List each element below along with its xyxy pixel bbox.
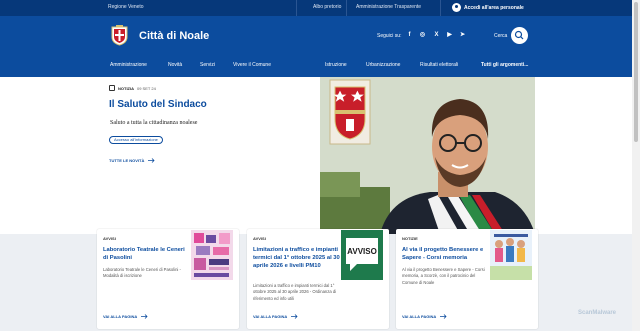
nav-urbanizzazione[interactable]: Urbanizzazione: [366, 62, 400, 68]
divider: [346, 0, 347, 16]
user-icon: [452, 3, 461, 12]
arrow-right-icon: [141, 314, 148, 319]
arrow-right-icon: [291, 314, 298, 319]
facebook-icon[interactable]: f: [406, 32, 413, 39]
divider: [296, 0, 297, 16]
hero-news: NOTIZIA 09 SET 24 Il Saluto del Sindaco …: [0, 77, 320, 234]
top-bar: Regione Veneto Albo pretorio Amministraz…: [0, 0, 632, 16]
card-description: Laboratorio Teatrale le Ceneri di Pasoli…: [103, 267, 181, 279]
avviso-text: AVVISO: [347, 247, 377, 256]
search-label: Cerca: [494, 33, 508, 39]
login-label: Accedi all'area personale: [464, 4, 524, 11]
arrow-right-icon: [148, 158, 155, 163]
card-link[interactable]: VAI ALLA PAGINA: [402, 314, 447, 319]
mayor-photo: [320, 77, 535, 234]
card-description: Al via il progetto Benessere e Sapere - …: [402, 267, 485, 285]
youtube-icon[interactable]: ▶: [446, 32, 453, 39]
telegram-icon[interactable]: ➤: [459, 32, 466, 39]
nav-risultati-elettorali[interactable]: Risultati elettorali: [420, 62, 458, 68]
login-button[interactable]: Accedi all'area personale: [452, 3, 524, 12]
watermark: ScanMalware: [578, 310, 617, 316]
news-subtitle: Saluto a tutta la cittadinanza noalese: [110, 120, 198, 126]
card-link[interactable]: VAI ALLA PAGINA: [253, 314, 298, 319]
mayor-portrait-image: [320, 77, 535, 234]
card-category: AVVISI: [103, 236, 116, 241]
card-title[interactable]: Limitazioni a traffico e impianti termic…: [253, 246, 341, 270]
nav-amministrazione[interactable]: Amministrazione: [110, 62, 147, 68]
card-category: AVVISI: [253, 236, 266, 241]
card-image: AVVISO: [341, 230, 383, 280]
site-header: Città di Noale Seguici su: f ◎ X ▶ ➤ Cer…: [0, 16, 632, 77]
nav-servizi[interactable]: Servizi: [200, 62, 215, 68]
card-category: NOTIZIE: [402, 236, 418, 241]
news-date: 09 SET 24: [137, 85, 156, 91]
nav-vivere-il-comune[interactable]: Vivere il Comune: [233, 62, 271, 68]
divider: [440, 0, 441, 16]
card-description: Limitazioni a traffico e impianti termic…: [253, 283, 337, 301]
avviso-image: AVVISO: [341, 230, 383, 280]
news-title[interactable]: Il Saluto del Sindaco: [109, 99, 207, 110]
card-link[interactable]: VAI ALLA PAGINA: [103, 314, 148, 319]
page-scrollbar[interactable]: [632, 0, 640, 331]
news-card[interactable]: AVVISI Limitazioni a traffico e impianti…: [247, 229, 389, 329]
all-news-label: TUTTE LE NOVITÀ: [109, 158, 145, 163]
card-image: [191, 230, 233, 280]
region-link[interactable]: Regione Veneto: [108, 4, 144, 10]
card-title[interactable]: Laboratorio Teatrale le Ceneri di Pasoli…: [103, 246, 191, 262]
calendar-icon: [109, 85, 115, 91]
news-card[interactable]: NOTIZIE Al via il progetto Benessere e S…: [396, 229, 538, 329]
news-meta: NOTIZIA 09 SET 24: [109, 85, 156, 91]
card-title[interactable]: Al via il progetto Benessere e Sapere - …: [402, 246, 494, 262]
theatre-poster-image: [191, 230, 233, 280]
follow-label: Seguici su:: [377, 33, 402, 39]
arrow-right-icon: [440, 314, 447, 319]
instagram-icon[interactable]: ◎: [419, 32, 426, 39]
card-image: [490, 230, 532, 280]
memory-course-image: [490, 230, 532, 280]
scrollbar-thumb[interactable]: [634, 2, 638, 142]
card-link-label: VAI ALLA PAGINA: [402, 314, 437, 319]
city-crest-logo[interactable]: [110, 25, 129, 46]
news-tag: NOTIZIA: [118, 85, 134, 91]
all-news-link[interactable]: TUTTE LE NOVITÀ: [109, 158, 155, 163]
search-button[interactable]: [511, 27, 528, 44]
amministrazione-trasparente-link[interactable]: Amministrazione Trasparente: [356, 4, 421, 10]
card-link-label: VAI ALLA PAGINA: [103, 314, 138, 319]
nav-istruzione[interactable]: Istruzione: [325, 62, 347, 68]
search-icon: [514, 30, 524, 40]
nav-tutti-gli-argomenti[interactable]: Tutti gli argomenti...: [481, 62, 528, 68]
nav-novita[interactable]: Novità: [168, 62, 182, 68]
x-icon[interactable]: X: [433, 32, 440, 39]
card-link-label: VAI ALLA PAGINA: [253, 314, 288, 319]
albo-pretorio-link[interactable]: Albo pretorio: [313, 4, 341, 10]
city-name[interactable]: Città di Noale: [139, 30, 209, 42]
news-card[interactable]: AVVISI Laboratorio Teatrale le Ceneri di…: [97, 229, 239, 329]
topic-chip[interactable]: Accesso all'informazione: [109, 136, 163, 144]
